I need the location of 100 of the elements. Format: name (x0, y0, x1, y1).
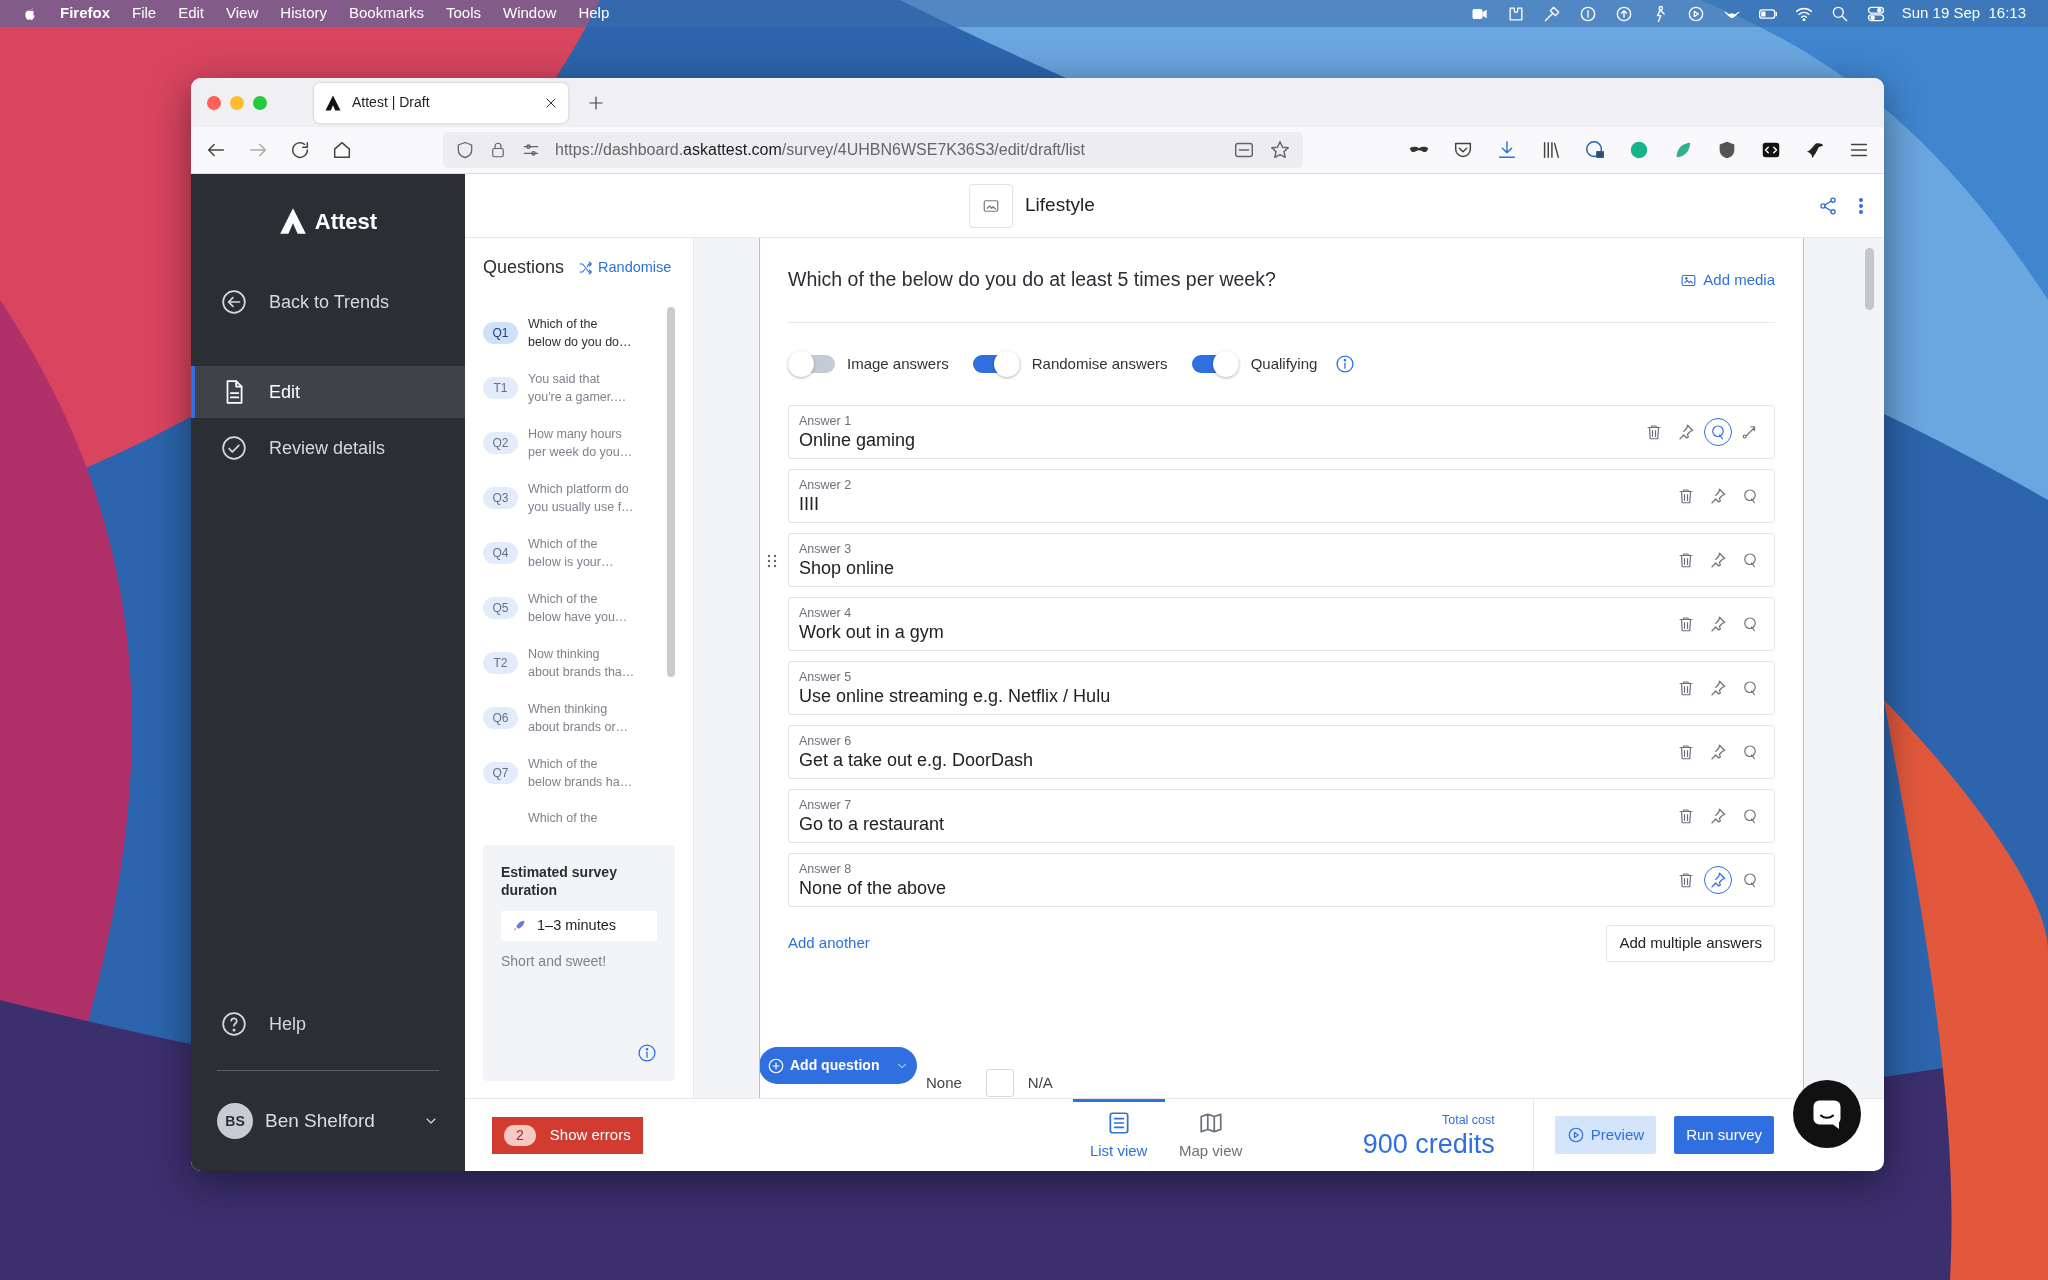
scrollbar[interactable] (1864, 248, 1874, 310)
q-letter-icon (1741, 487, 1759, 506)
q-letter-icon (1741, 679, 1759, 698)
question-list-item[interactable]: T2 Now thinking about brands tha… (483, 635, 659, 690)
question-list-item[interactable]: Q6 When thinking about brands or… (483, 690, 659, 745)
answer-text: Use online streaming e.g. Netflix / Hulu (799, 684, 1112, 707)
view-tab[interactable]: List view (1072, 1099, 1165, 1171)
help-link[interactable]: Help (191, 998, 465, 1050)
run-survey-button[interactable]: Run survey (1674, 1116, 1774, 1154)
trash-icon (1677, 487, 1695, 506)
answer-field[interactable]: Answer 7 Go to a restaurant (788, 789, 1775, 844)
question-list-item[interactable]: T1 You said that you're a gamer.… (483, 360, 659, 415)
show-errors-button[interactable]: 2 Show errors (492, 1116, 643, 1154)
answer-text: IIII (799, 492, 820, 515)
minimize-dot[interactable] (230, 95, 244, 110)
menu-item[interactable]: View (226, 2, 259, 25)
question-badge: Q7 (483, 761, 518, 784)
info-icon[interactable] (637, 1043, 657, 1063)
answer-field[interactable]: Answer 5 Use online streaming e.g. Netflix / Hulu (788, 661, 1775, 716)
share-icon[interactable] (1818, 195, 1838, 216)
question-summary: Which of the below is your… (528, 535, 614, 571)
lock-icon[interactable] (489, 140, 507, 160)
q-letter-icon (1741, 807, 1759, 826)
toggle-switch[interactable] (972, 351, 1020, 378)
close-dot[interactable] (207, 95, 221, 110)
menu-item[interactable]: Edit (178, 2, 205, 25)
star-icon[interactable] (1269, 139, 1291, 161)
shield-icon[interactable] (455, 140, 475, 160)
question-text[interactable]: Which of the below do you do at least 5 times per week? (788, 265, 1681, 295)
question-list-item[interactable]: Q5 Which of the below have you… (483, 580, 659, 635)
question-list-item[interactable]: Q1 Which of the below do you do… (483, 305, 659, 360)
more-vertical-icon[interactable] (1858, 197, 1864, 214)
scrollbar[interactable] (667, 307, 675, 677)
answer-field[interactable]: Answer 8 None of the above (788, 853, 1775, 908)
question-badge: Q4 (483, 541, 518, 564)
menu-item[interactable]: Help (578, 2, 610, 25)
menu-item[interactable]: File (132, 2, 157, 25)
question-summary: Now thinking about brands tha… (528, 645, 635, 681)
pin-icon (1677, 423, 1695, 442)
preview-button[interactable]: Preview (1554, 1116, 1657, 1154)
question-summary: Which of the below have you… (528, 590, 628, 626)
add-question-button[interactable]: Add question (760, 1047, 917, 1084)
panel-title: Questions (483, 256, 565, 279)
menu-item[interactable]: History (280, 2, 327, 25)
q-letter-icon (1741, 615, 1759, 634)
pin-icon (1709, 551, 1727, 570)
avatar: BS (217, 1103, 253, 1139)
add-multiple-button[interactable]: Add multiple answers (1606, 925, 1775, 962)
toggle-switch[interactable] (1191, 351, 1239, 378)
app-menu[interactable]: Firefox (60, 2, 110, 25)
question-list-item[interactable]: Q4 Which of the below is your… (483, 525, 659, 580)
q-letter-icon (1741, 743, 1759, 762)
menu-item[interactable]: Bookmarks (348, 2, 424, 25)
reload-icon[interactable] (289, 139, 311, 161)
question-summary: How many hours per week do you… (528, 425, 633, 461)
info-icon[interactable] (1335, 354, 1356, 375)
menu-item[interactable]: Tools (446, 2, 482, 25)
duration-note: Short and sweet! (501, 952, 608, 971)
answer-text: Work out in a gym (799, 620, 945, 643)
q-letter-icon (1709, 423, 1727, 442)
add-another-link[interactable]: Add another (788, 932, 870, 955)
trash-icon (1677, 743, 1695, 762)
sidebar-item[interactable]: Edit (191, 366, 465, 418)
answer-label: Answer 4 (799, 605, 853, 621)
circle-badge-icon[interactable] (1628, 139, 1650, 161)
toggle-label: Image answers (847, 354, 949, 374)
sidebar-item[interactable]: Back to Trends (191, 276, 465, 328)
question-list-item[interactable]: Which of the (483, 800, 659, 825)
answer-label: Answer 1 (799, 413, 853, 429)
question-badge: T1 (483, 376, 518, 399)
question-list-item[interactable]: Q7 Which of the below brands ha… (483, 745, 659, 800)
answer-label: Answer 7 (799, 797, 853, 813)
clock[interactable]: Sun 19 Sep 16:13 (1901, 2, 2026, 25)
randomise-link[interactable]: Randomise (578, 256, 672, 279)
home-icon[interactable] (331, 139, 353, 161)
sidebar-item[interactable]: Review details (191, 422, 465, 474)
answer-field[interactable]: Answer 4 Work out in a gym (788, 597, 1775, 652)
globe-lock-icon[interactable] (1584, 139, 1606, 161)
answer-field[interactable]: Answer 6 Get a take out e.g. DoorDash (788, 725, 1775, 780)
image-thumbnail[interactable] (969, 183, 1013, 228)
menu-item[interactable]: Window (503, 2, 557, 25)
answer-field[interactable]: Answer 1 Online gaming (788, 405, 1775, 460)
question-list-item[interactable]: Q2 How many hours per week do you… (483, 415, 659, 470)
answer-field[interactable]: Answer 2 IIII (788, 469, 1775, 524)
browser-tab[interactable]: Attest | Draft (314, 82, 568, 123)
download-icon[interactable] (1496, 139, 1518, 161)
trash-icon (1645, 423, 1663, 442)
question-badge: Q1 (483, 321, 518, 344)
checkbox[interactable] (985, 1068, 1014, 1097)
close-icon[interactable] (544, 95, 558, 110)
drag-handle-icon[interactable] (767, 554, 777, 569)
zoom-dot[interactable] (253, 95, 267, 110)
logo-icon (278, 207, 307, 235)
user-name[interactable]: Ben Shelford (265, 1106, 411, 1136)
view-tab[interactable]: Map view (1164, 1099, 1257, 1171)
plus-circle-icon (767, 1056, 785, 1075)
question-badge: Q3 (483, 486, 518, 509)
toggle-switch[interactable] (788, 351, 835, 378)
add-media-link[interactable]: Add media (1680, 269, 1775, 292)
question-list-item[interactable]: Q3 Which platform do you usually use f… (483, 470, 659, 525)
